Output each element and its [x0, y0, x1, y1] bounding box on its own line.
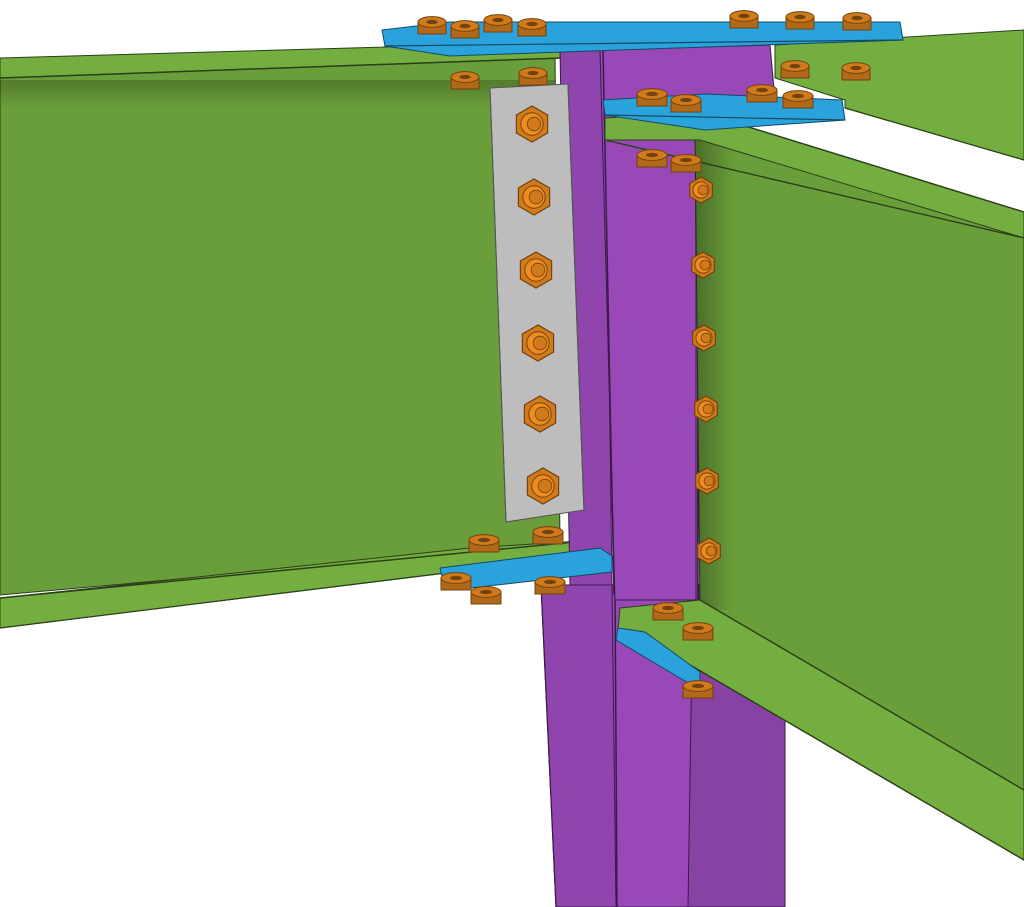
end-plate-bolt — [695, 467, 719, 495]
top-plate-nut — [841, 62, 871, 81]
top-plate-nut — [518, 67, 548, 86]
steel-connection-viewport — [0, 0, 1024, 907]
top-plate-nut — [450, 71, 480, 90]
left-beam-web — [0, 54, 561, 596]
beam-column-connection-model — [0, 10, 1024, 907]
top-plate-nut — [780, 60, 810, 79]
flange-plate-nut — [470, 586, 502, 605]
column-flange-front — [540, 584, 619, 907]
flange-plate-nut — [532, 526, 564, 545]
top-plate-nut — [517, 18, 547, 37]
flange-plate-nut — [636, 88, 668, 107]
end-plate-bolt — [694, 395, 718, 423]
end-plate-bolt — [697, 537, 721, 565]
top-plate-nut — [450, 20, 480, 39]
flange-plate-nut — [670, 154, 702, 173]
flange-plate-nut — [440, 572, 472, 591]
top-plate-nut — [785, 11, 815, 30]
flange-plate-nut — [636, 149, 668, 168]
top-plate-nut — [417, 16, 447, 35]
end-plate-bolt — [691, 251, 715, 279]
flange-plate-nut — [468, 534, 500, 553]
end-plate-bolt — [689, 176, 713, 204]
flange-plate-nut — [682, 680, 714, 699]
flange-plate-nut — [652, 602, 684, 621]
flange-plate-nut — [782, 90, 814, 109]
end-plate-bolt — [692, 324, 716, 352]
flange-plate-nut — [670, 94, 702, 113]
flange-plate-nut — [746, 84, 778, 103]
top-plate-nut — [729, 10, 759, 29]
top-plate-nut — [483, 14, 513, 33]
flange-plate-nut — [682, 622, 714, 641]
top-plate-nut — [842, 12, 872, 31]
flange-plate-nut — [534, 576, 566, 595]
